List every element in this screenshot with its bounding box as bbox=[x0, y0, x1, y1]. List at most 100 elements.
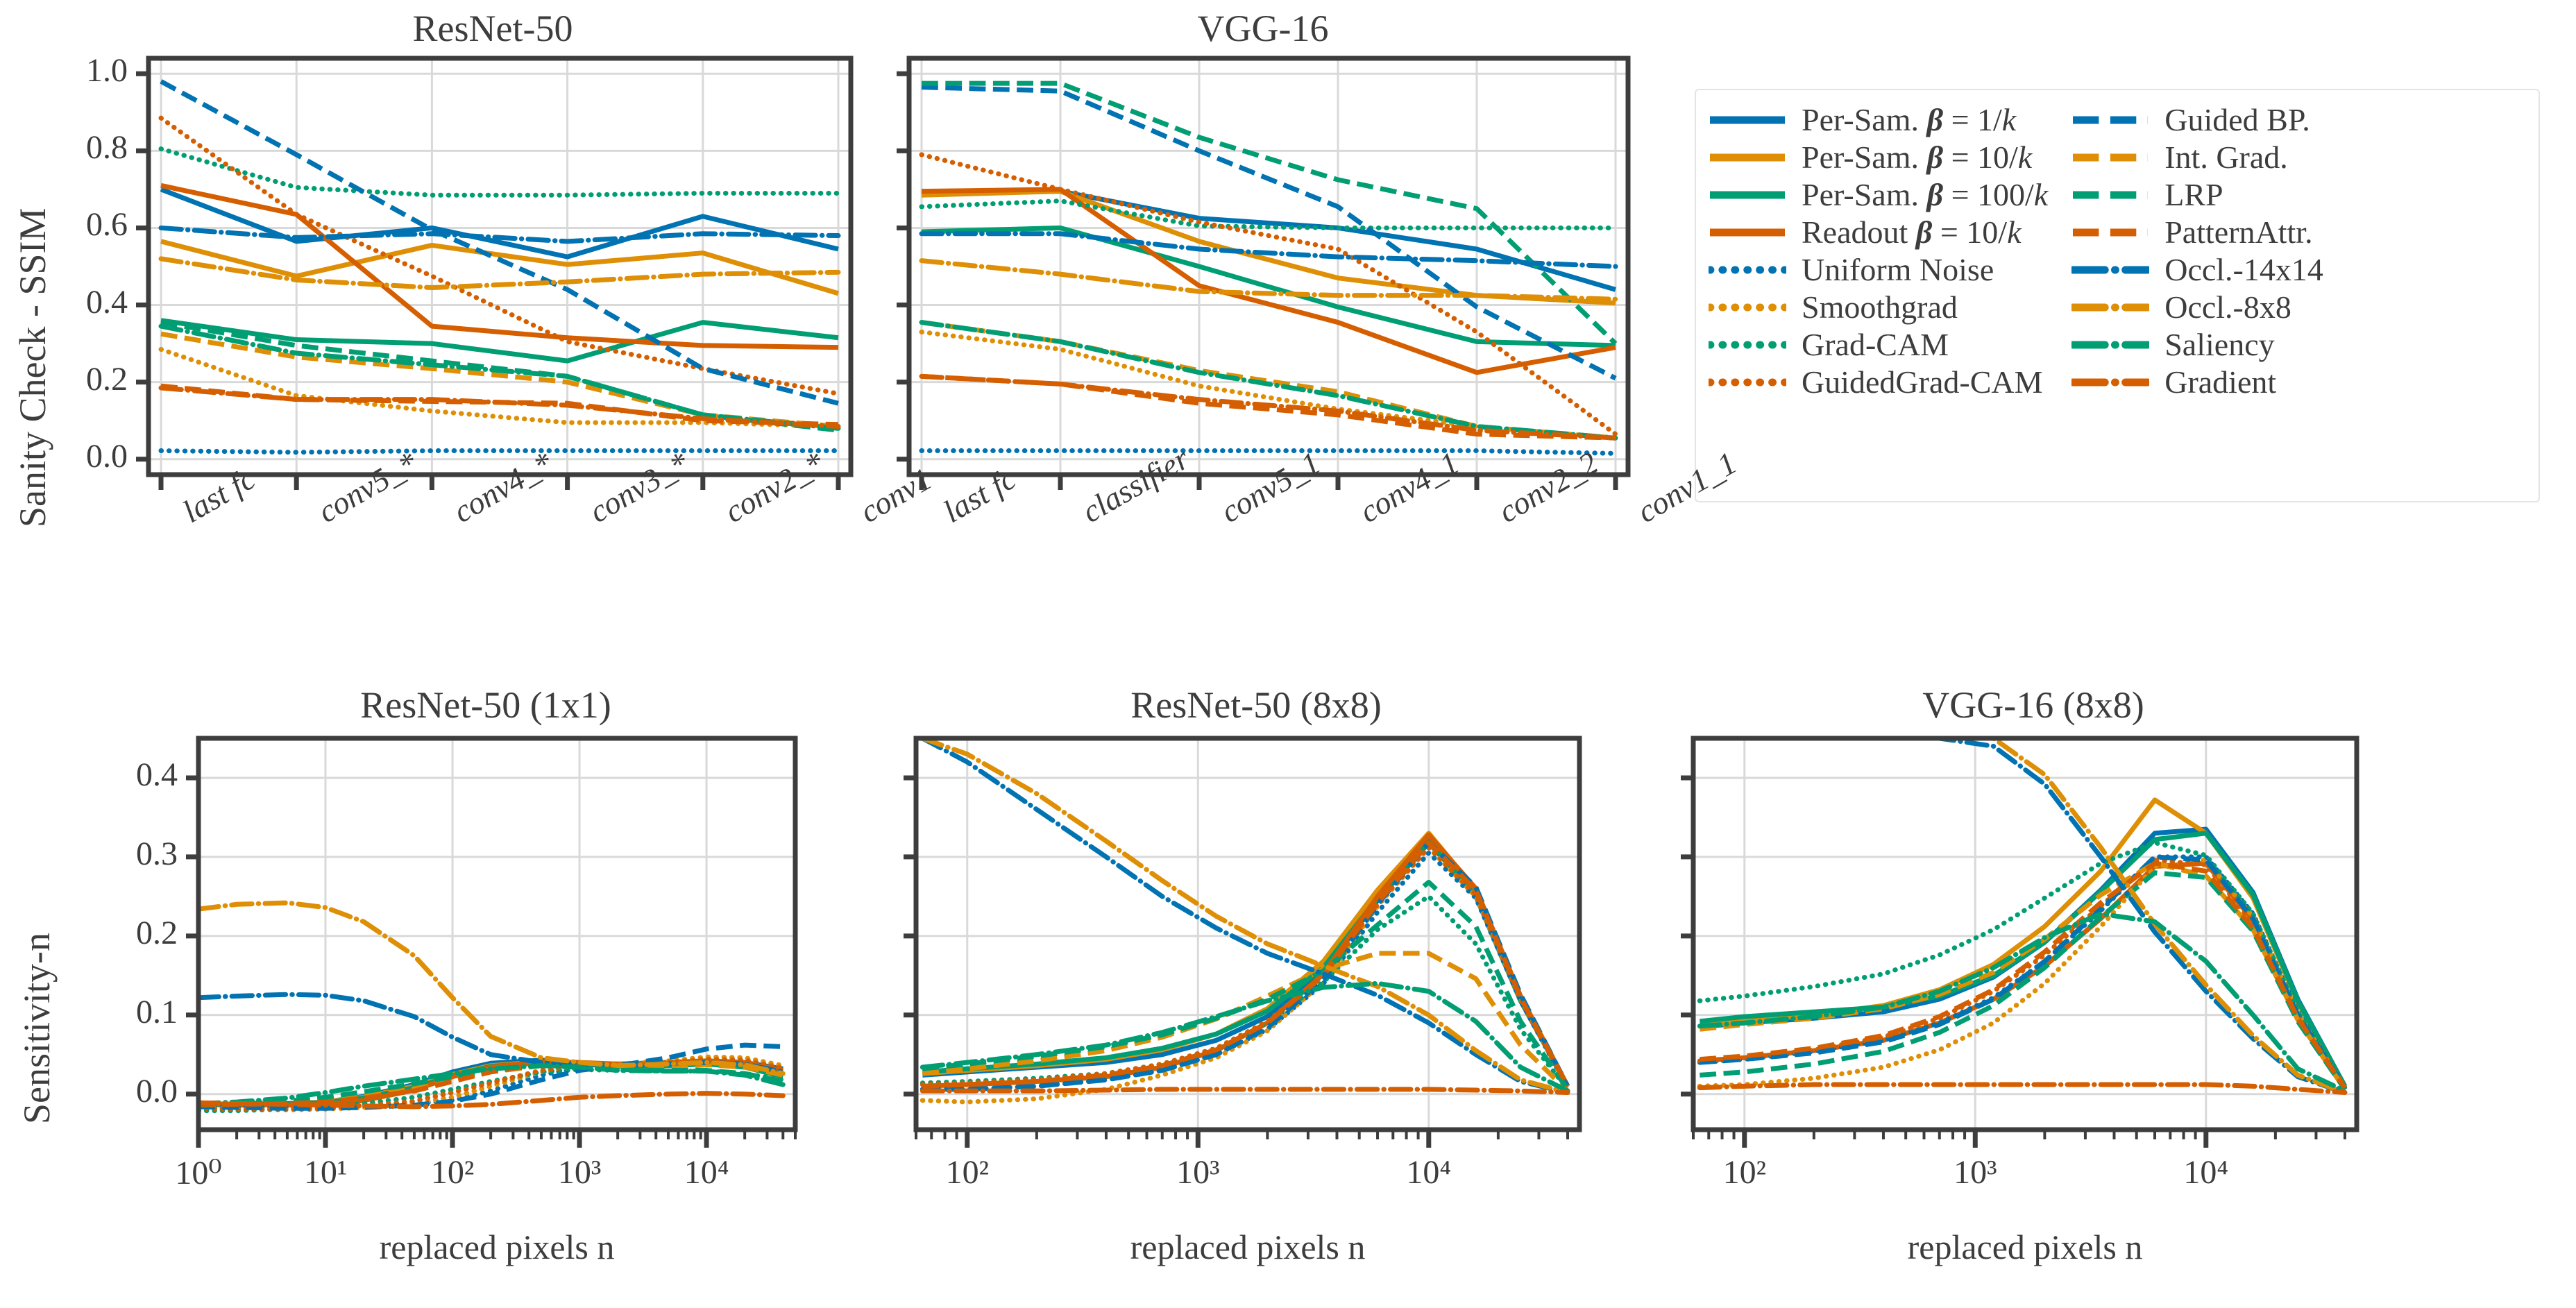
legend-line-swatch bbox=[1709, 303, 1786, 312]
y-tick-label: 0.3 bbox=[136, 835, 178, 872]
legend-line-swatch bbox=[1709, 378, 1786, 387]
figure-root: ResNet-50 Sanity Check - SSIM VGG-16 Per… bbox=[0, 0, 2576, 1308]
legend-item-label: Guided BP. bbox=[2164, 102, 2310, 137]
legend-item-label: GuidedGrad-CAM bbox=[1802, 364, 2043, 400]
legend-line-swatch bbox=[2071, 378, 2150, 387]
x-tick-label: 10³ bbox=[1176, 1154, 1220, 1191]
legend-item[interactable]: Gradient bbox=[2071, 364, 2323, 401]
series-line bbox=[920, 738, 1570, 1095]
series-line bbox=[919, 258, 1618, 302]
x-tick-label: 10² bbox=[945, 1154, 989, 1191]
legend-item[interactable]: Grad-CAM bbox=[1709, 326, 2048, 364]
panel-title-resnet50-1x1: ResNet-50 (1x1) bbox=[360, 684, 611, 726]
legend-item-label: Saliency bbox=[2164, 327, 2275, 362]
y-tick-label: 0.0 bbox=[136, 1072, 178, 1110]
legend-item-label: PatternAttr. bbox=[2164, 214, 2313, 250]
legend-line-swatch bbox=[2073, 116, 2149, 124]
y-tick-label: 0.8 bbox=[86, 129, 128, 167]
series-line bbox=[920, 738, 1570, 1095]
y-tick-label: 0.2 bbox=[86, 360, 128, 398]
series-line bbox=[920, 1087, 1570, 1095]
x-tick-label: 10⁴ bbox=[2183, 1154, 2229, 1191]
legend-item[interactable]: LRP bbox=[2071, 176, 2323, 214]
legend-line-swatch bbox=[1710, 153, 1785, 162]
legend-item[interactable]: Per-Sam. β = 10/k bbox=[1709, 139, 2048, 176]
plot-frame bbox=[906, 56, 1631, 477]
x-tick-label: 10³ bbox=[557, 1154, 602, 1191]
y-tick-label: 0.6 bbox=[86, 206, 128, 244]
legend-item[interactable]: PatternAttr. bbox=[2071, 214, 2323, 251]
legend-item[interactable]: Smoothgrad bbox=[1709, 289, 2048, 326]
y-tick-label: 0.2 bbox=[136, 914, 178, 951]
panel-resnet50-1x1 bbox=[186, 736, 798, 1148]
axis-label-sensitivity-n: Sensitivity-n bbox=[16, 932, 58, 1124]
series-line bbox=[198, 900, 786, 1076]
series-line bbox=[158, 146, 841, 198]
panel-title-resnet50: ResNet-50 bbox=[412, 8, 573, 49]
x-axis-label: replaced pixels n bbox=[1907, 1228, 2143, 1266]
legend-item-label: Gradient bbox=[2164, 364, 2277, 400]
legend-item-label: Per-Sam. β = 100/k bbox=[1802, 177, 2049, 212]
x-tick-label: 10¹ bbox=[303, 1154, 348, 1191]
legend-column-1: Per-Sam. β = 1/k Per-Sam. β = 10/k Per-Sam… bbox=[1709, 101, 2048, 494]
y-tick-label: 0.4 bbox=[86, 283, 128, 321]
y-tick-label: 0.0 bbox=[86, 437, 128, 475]
legend-item-label: LRP bbox=[2164, 177, 2223, 212]
x-tick-label: 10⁴ bbox=[684, 1154, 729, 1191]
panel-title-vgg16: VGG-16 bbox=[1197, 8, 1329, 49]
legend-line-swatch bbox=[2071, 303, 2150, 312]
series-line bbox=[919, 448, 1618, 456]
legend-column-2: Guided BP. Int. Grad. LRP PatternAttr. Occl.… bbox=[2071, 101, 2323, 494]
legend-item[interactable]: GuidedGrad-CAM bbox=[1709, 364, 2048, 401]
x-tick-label: 10⁰ bbox=[175, 1155, 222, 1191]
legend-item[interactable]: Readout β = 10/k bbox=[1709, 214, 2048, 251]
legend-item[interactable]: Occl.-8x8 bbox=[2071, 289, 2323, 326]
legend-item-label: Grad-CAM bbox=[1802, 327, 1949, 362]
x-tick-label: 10² bbox=[430, 1154, 475, 1191]
legend-line-swatch bbox=[1709, 341, 1786, 349]
legend-item-label: Per-Sam. β = 1/k bbox=[1802, 102, 2017, 137]
x-axis-label: replaced pixels n bbox=[379, 1228, 615, 1266]
legend-line-swatch bbox=[2073, 153, 2149, 162]
y-tick-label: 0.4 bbox=[136, 756, 178, 793]
legend-item-label: Smoothgrad bbox=[1802, 289, 1958, 325]
series-line bbox=[1697, 1082, 2348, 1095]
series-line bbox=[1699, 797, 2348, 1088]
legend-line-swatch bbox=[1709, 266, 1786, 274]
legend-line-swatch bbox=[2073, 191, 2149, 199]
legend-item[interactable]: Per-Sam. β = 1/k bbox=[1709, 101, 2048, 139]
series-line bbox=[158, 346, 841, 430]
y-tick-label: 0.1 bbox=[136, 993, 178, 1030]
legend-line-swatch bbox=[2071, 266, 2150, 274]
panel-title-resnet50-8x8: ResNet-50 (8x8) bbox=[1130, 684, 1382, 726]
series-line bbox=[160, 187, 839, 260]
x-tick-label: 10³ bbox=[1954, 1154, 1997, 1191]
legend-item-label: Uniform Noise bbox=[1802, 252, 1994, 287]
legend-item[interactable]: Occl.-14x14 bbox=[2071, 251, 2323, 289]
x-tick-label: 10⁴ bbox=[1406, 1154, 1452, 1191]
x-axis-label: replaced pixels n bbox=[1130, 1228, 1366, 1266]
legend-item-label: Readout β = 10/k bbox=[1802, 214, 2022, 250]
legend-item[interactable]: Guided BP. bbox=[2071, 101, 2323, 139]
legend-box: Per-Sam. β = 1/k Per-Sam. β = 10/k Per-Sam… bbox=[1695, 89, 2540, 502]
legend-line-swatch bbox=[1710, 191, 1785, 199]
legend-line-swatch bbox=[1710, 116, 1785, 124]
legend-item-label: Per-Sam. β = 10/k bbox=[1802, 139, 2033, 175]
series-line bbox=[922, 879, 1570, 1091]
legend-line-swatch bbox=[2073, 228, 2149, 237]
legend-item-label: Occl.-8x8 bbox=[2164, 289, 2291, 325]
legend-item[interactable]: Uniform Noise bbox=[1709, 251, 2048, 289]
legend-line-swatch bbox=[2071, 341, 2150, 349]
legend-item-label: Occl.-14x14 bbox=[2164, 252, 2323, 287]
y-tick-label: 1.0 bbox=[86, 52, 128, 90]
legend-item-label: Int. Grad. bbox=[2164, 139, 2288, 175]
legend-item[interactable]: Saliency bbox=[2071, 326, 2323, 364]
series-line bbox=[158, 448, 841, 455]
panel-title-vgg16-8x8: VGG-16 (8x8) bbox=[1922, 684, 2144, 726]
x-tick-label: 10² bbox=[1722, 1154, 1766, 1191]
legend-item[interactable]: Int. Grad. bbox=[2071, 139, 2323, 176]
legend-line-swatch bbox=[1710, 228, 1785, 237]
legend-item[interactable]: Per-Sam. β = 100/k bbox=[1709, 176, 2048, 214]
panel-resnet50-8x8 bbox=[904, 736, 1582, 1148]
panel-vgg16-8x8 bbox=[1681, 736, 2359, 1148]
